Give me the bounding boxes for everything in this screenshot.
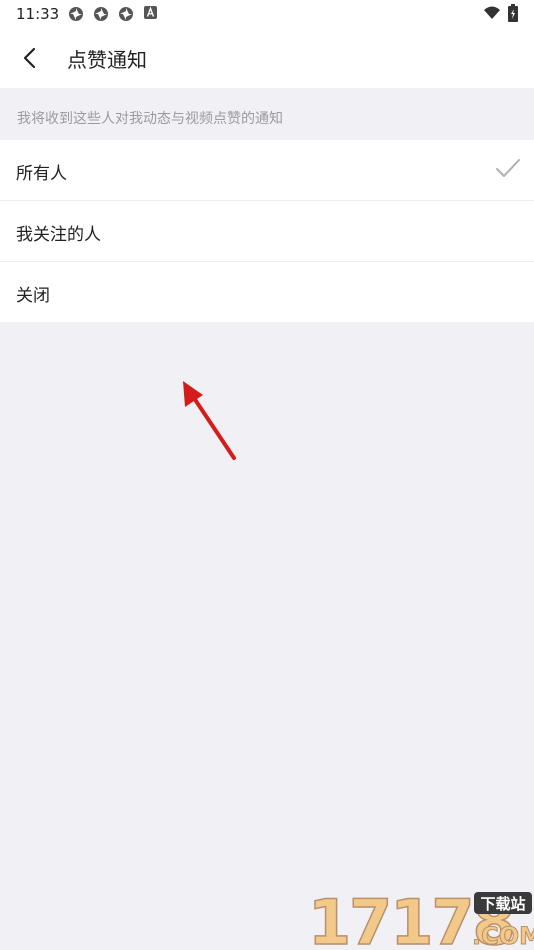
section-hint: 我将收到这些人对我动态与视频点赞的通知	[0, 88, 534, 140]
site-watermark-logo: 17178 下载站 .COM	[308, 886, 534, 950]
options-list: 所有人 我关注的人 关闭	[0, 140, 534, 322]
status-bar: 11:33	[0, 0, 534, 28]
option-following[interactable]: 我关注的人	[0, 201, 534, 262]
chevron-left-icon[interactable]	[18, 46, 42, 70]
option-label: 我关注的人	[16, 225, 101, 245]
page-title: 点赞通知	[67, 48, 147, 72]
option-off[interactable]: 关闭	[0, 262, 534, 322]
option-label: 关闭	[16, 286, 50, 306]
aperture-icon	[119, 7, 133, 21]
aperture-icon	[69, 7, 83, 21]
app-bar: 点赞通知	[0, 28, 534, 88]
checkmark-icon	[496, 159, 520, 177]
status-time: 11:33	[16, 5, 60, 23]
watermark-domain: .COM	[472, 922, 534, 950]
watermark-badge-text: 下载站	[480, 895, 525, 913]
battery-icon	[508, 4, 518, 22]
option-all[interactable]: 所有人	[0, 140, 534, 201]
hint-text: 我将收到这些人对我动态与视频点赞的通知	[17, 111, 283, 127]
option-label: 所有人	[16, 164, 67, 184]
a-badge-icon	[144, 6, 157, 19]
wifi-icon	[484, 6, 500, 19]
aperture-icon	[94, 7, 108, 21]
